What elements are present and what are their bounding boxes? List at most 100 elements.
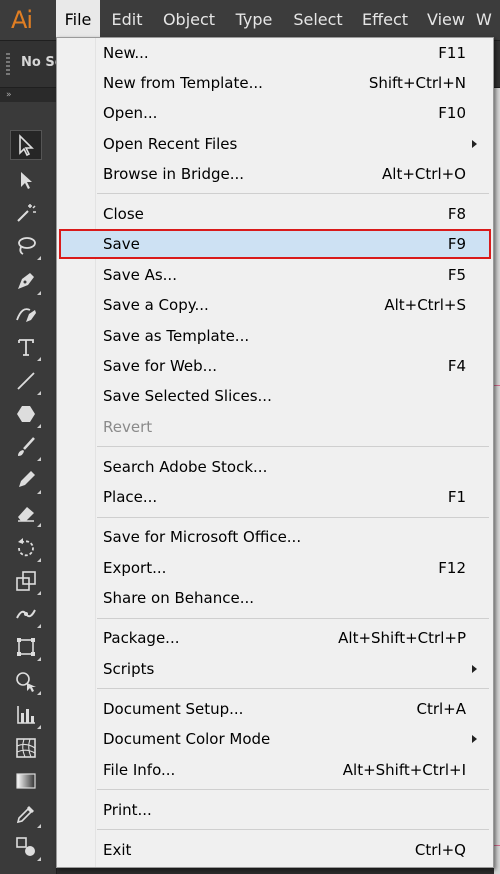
- menu-separator: [97, 789, 489, 790]
- menu-item-label: File Info...: [103, 761, 176, 779]
- type-tool-icon[interactable]: [10, 332, 42, 362]
- polygon-tool-icon[interactable]: [10, 399, 42, 429]
- lasso-tool-icon[interactable]: [10, 231, 42, 261]
- menu-item-shortcut: F12: [438, 559, 466, 577]
- menu-item-label: Share on Behance...: [103, 589, 255, 607]
- menu-item-label: Save as Template...: [103, 327, 250, 345]
- submenu-arrow-icon: [472, 665, 477, 673]
- menu-item-save[interactable]: Save F9: [59, 229, 491, 259]
- menu-item-label: New from Template...: [103, 74, 263, 92]
- paintbrush-tool-icon[interactable]: [10, 432, 42, 462]
- menu-object[interactable]: Object: [156, 0, 222, 40]
- panel-collapse-icon[interactable]: »: [0, 88, 56, 102]
- menu-bar: Ai File Edit Object Type Select Effect V…: [0, 0, 500, 41]
- menu-item-shortcut: Ctrl+Q: [414, 841, 466, 859]
- rotate-tool-icon[interactable]: [10, 533, 42, 563]
- menu-item-export[interactable]: Export... F12: [59, 553, 491, 583]
- menu-item-label: Export...: [103, 559, 167, 577]
- submenu-arrow-icon: [472, 735, 477, 743]
- pencil-tool-icon[interactable]: [10, 465, 42, 495]
- menu-separator: [97, 829, 489, 830]
- menu-item-save-selected-slices[interactable]: Save Selected Slices...: [59, 381, 491, 411]
- menu-item-place[interactable]: Place... F1: [59, 482, 491, 512]
- scale-tool-icon[interactable]: [10, 566, 42, 596]
- menu-item-open[interactable]: Open... F10: [59, 98, 491, 128]
- menu-edit[interactable]: Edit: [104, 0, 150, 40]
- curvature-tool-icon[interactable]: [10, 299, 42, 329]
- menu-item-shortcut: F10: [438, 104, 466, 122]
- menu-item-label: Exit: [103, 841, 132, 859]
- menu-item-print[interactable]: Print...: [59, 795, 491, 825]
- tools-panel: »: [0, 88, 57, 874]
- width-tool-icon[interactable]: [10, 599, 42, 629]
- menu-item-label: Place...: [103, 488, 158, 506]
- menu-separator: [97, 446, 489, 447]
- menu-item-share-on-behance[interactable]: Share on Behance...: [59, 583, 491, 613]
- menu-item-save-for-web[interactable]: Save for Web... F4: [59, 351, 491, 381]
- menu-file[interactable]: File: [56, 0, 100, 40]
- menu-item-document-setup[interactable]: Document Setup... Ctrl+A: [59, 694, 491, 724]
- menu-window[interactable]: W: [476, 0, 500, 40]
- file-menu-dropdown: New... F11 New from Template... Shift+Ct…: [56, 37, 494, 868]
- blend-tool-icon[interactable]: [10, 832, 42, 862]
- selection-tool-icon[interactable]: [10, 130, 42, 160]
- menu-item-shortcut: F9: [447, 235, 466, 253]
- menu-item-browse-in-bridge[interactable]: Browse in Bridge... Alt+Ctrl+O: [59, 159, 491, 189]
- menu-item-label: Browse in Bridge...: [103, 165, 245, 183]
- menu-view[interactable]: View: [420, 0, 472, 40]
- menu-item-label: Scripts: [103, 660, 155, 678]
- menu-item-save-for-microsoft-office[interactable]: Save for Microsoft Office...: [59, 522, 491, 552]
- menu-item-new-from-template[interactable]: New from Template... Shift+Ctrl+N: [59, 68, 491, 98]
- menu-type[interactable]: Type: [228, 0, 280, 40]
- menu-item-label: Revert: [103, 418, 153, 436]
- pen-tool-icon[interactable]: [10, 266, 42, 296]
- menu-item-shortcut: F1: [447, 488, 466, 506]
- menu-separator: [97, 517, 489, 518]
- menu-item-open-recent-files[interactable]: Open Recent Files: [59, 129, 491, 159]
- app-logo: Ai: [11, 6, 33, 34]
- menu-item-label: Save a Copy...: [103, 296, 209, 314]
- menu-item-package[interactable]: Package... Alt+Shift+Ctrl+P: [59, 623, 491, 653]
- free-transform-tool-icon[interactable]: [10, 632, 42, 662]
- menu-item-search-adobe-stock[interactable]: Search Adobe Stock...: [59, 452, 491, 482]
- mesh-tool-icon[interactable]: [10, 733, 42, 763]
- menu-item-label: Close: [103, 205, 144, 223]
- graph-tool-icon[interactable]: [10, 700, 42, 730]
- menu-item-label: Open Recent Files: [103, 135, 238, 153]
- menu-item-label: Search Adobe Stock...: [103, 458, 268, 476]
- grip-handle[interactable]: [6, 53, 10, 75]
- menu-item-save-as[interactable]: Save As... F5: [59, 260, 491, 290]
- menu-item-scripts[interactable]: Scripts: [59, 654, 491, 684]
- menu-item-label: Print...: [103, 801, 152, 819]
- guide-line: [494, 385, 500, 386]
- menu-item-close[interactable]: Close F8: [59, 199, 491, 229]
- menu-separator: [97, 193, 489, 194]
- eyedropper-tool-icon[interactable]: [10, 799, 42, 829]
- menu-item-file-info[interactable]: File Info... Alt+Shift+Ctrl+I: [59, 755, 491, 785]
- menu-item-save-a-copy[interactable]: Save a Copy... Alt+Ctrl+S: [59, 290, 491, 320]
- menu-item-shortcut: F4: [447, 357, 466, 375]
- eraser-tool-icon[interactable]: [10, 498, 42, 528]
- menu-item-label: Open...: [103, 104, 158, 122]
- guide-line: [494, 845, 500, 846]
- menu-effect[interactable]: Effect: [356, 0, 414, 40]
- menu-item-exit[interactable]: Exit Ctrl+Q: [59, 835, 491, 865]
- menu-item-shortcut: Alt+Shift+Ctrl+I: [342, 761, 466, 779]
- menu-item-document-color-mode[interactable]: Document Color Mode: [59, 724, 491, 754]
- line-segment-tool-icon[interactable]: [10, 366, 42, 396]
- menu-item-label: Save for Web...: [103, 357, 217, 375]
- menu-item-label: Save As...: [103, 266, 177, 284]
- direct-selection-tool-icon[interactable]: [10, 165, 42, 195]
- menu-item-label: Save: [103, 235, 140, 253]
- menu-item-shortcut: Alt+Ctrl+O: [382, 165, 466, 183]
- menu-select[interactable]: Select: [286, 0, 350, 40]
- menu-item-label: Save for Microsoft Office...: [103, 528, 302, 546]
- gradient-tool-icon[interactable]: [10, 766, 42, 796]
- magic-wand-tool-icon[interactable]: [10, 198, 42, 228]
- menu-item-shortcut: Alt+Shift+Ctrl+P: [338, 629, 466, 647]
- submenu-arrow-icon: [472, 140, 477, 148]
- menu-item-shortcut: Shift+Ctrl+N: [368, 74, 466, 92]
- shape-builder-tool-icon[interactable]: [10, 666, 42, 696]
- menu-item-new[interactable]: New... F11: [59, 38, 491, 68]
- menu-item-save-as-template[interactable]: Save as Template...: [59, 321, 491, 351]
